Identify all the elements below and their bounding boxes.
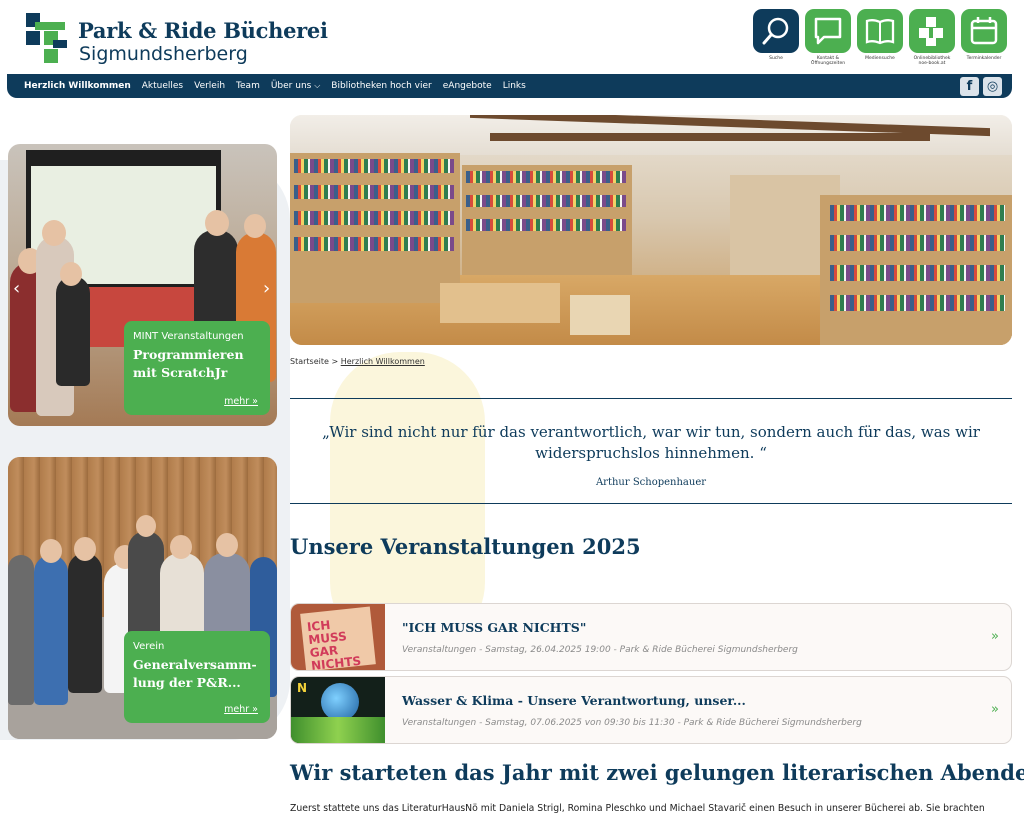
teaser-category: MINT Veranstaltungen [133,331,244,342]
event-title[interactable]: Wasser & Klima - Unsere Verantwortung, u… [402,693,746,708]
nav-item-bibliotheken[interactable]: Bibliotheken hoch vier [331,81,431,91]
photo-person [42,220,66,246]
photo-detail [830,265,1005,281]
nav-item-aktuelles[interactable]: Aktuelles [142,81,183,91]
nav-item-herzlich-willkommen[interactable]: Herzlich Willkommen [24,81,131,91]
photo-person [8,555,34,705]
photo-person [216,533,238,557]
teaser-more-link[interactable]: mehr » [224,396,258,407]
carousel-prev-icon[interactable]: ‹ [13,278,20,299]
quick-link-search[interactable]: Suche [753,9,799,61]
photo-detail [294,237,454,251]
search-icon [753,9,799,53]
social-links: f ◎ [960,77,1002,96]
photo-detail [466,171,626,183]
book-icon [857,9,903,53]
article-heading: Wir starteten das Jahr mit zwei gelungen… [290,760,1024,785]
teaser-more-link[interactable]: mehr » [224,704,258,715]
nav-item-ueber-uns[interactable]: Über uns ⌵ [271,81,320,91]
photo-detail [294,159,454,173]
photo-person [68,553,102,693]
event-thumbnail: N [291,677,385,743]
nav-item-verleih[interactable]: Verleih [194,81,225,91]
photo-person [40,539,62,563]
chevron-right-icon[interactable]: » [991,629,999,644]
quote-text: „Wir sind nicht nur für das verantwortli… [322,423,980,462]
quick-link-online-library[interactable]: Onlinebibliothek noe-book.at [909,9,955,66]
calendar-icon [961,9,1007,53]
photo-detail [294,211,454,225]
building-icon [909,9,955,53]
photo-person [205,210,229,236]
brand-location[interactable]: Sigmundsherberg [79,43,248,65]
carousel-next-icon[interactable]: › [263,278,270,299]
nav-item-team[interactable]: Team [236,81,260,91]
teaser-overlay[interactable]: Verein Generalversamm-lung der P&R... me… [124,631,270,723]
photo-detail [466,195,626,207]
teaser-title: Programmieren mit ScratchJr [133,347,244,380]
photo-person [170,535,192,559]
quote-author: Arthur Schopenhauer [595,477,707,488]
divider [290,398,1012,399]
event-meta: Veranstaltungen - Samstag, 26.04.2025 19… [402,645,798,655]
nav-item-eangebote[interactable]: eAngebote [443,81,492,91]
photo-detail [440,283,560,323]
breadcrumb-home-link[interactable]: Startseite [290,357,329,366]
photo-detail [490,133,930,141]
photo-person [56,276,90,386]
event-thumbnail: ICH MUSS GAR NICHTS [291,604,385,670]
photo-detail [294,185,454,199]
quick-links: Suche Kontakt & Öffnungszeiten Mediensuc… [753,9,1008,71]
chevron-down-icon: ⌵ [314,81,321,90]
facebook-icon[interactable]: f [960,77,979,96]
library-logo[interactable] [26,13,68,63]
quick-link-calendar[interactable]: Terminkalender [961,9,1007,61]
quick-link-media[interactable]: Mediensuche [857,9,903,61]
event-meta: Veranstaltungen - Samstag, 07.06.2025 vo… [402,718,862,728]
event-item[interactable]: N Wasser & Klima - Unsere Verantwortung,… [290,676,1012,744]
teaser-category: Verein [133,641,165,652]
divider [290,503,1012,504]
photo-person [136,515,156,537]
quick-link-contact[interactable]: Kontakt & Öffnungszeiten [805,9,851,66]
breadcrumb-current[interactable]: Herzlich Willkommen [341,357,425,366]
library-panorama-image [290,115,1012,345]
photo-person [74,537,96,561]
teaser-card-generalversammlung[interactable]: Verein Generalversamm-lung der P&R... me… [8,457,277,739]
brand-name[interactable]: Park & Ride Bücherei [78,18,328,43]
article-paragraph: Zuerst stattete uns das LiteraturHausNö … [290,803,985,814]
nav-item-links[interactable]: Links [503,81,526,91]
chevron-right-icon[interactable]: » [991,702,999,717]
photo-person [60,262,82,286]
photo-detail [830,295,1005,311]
photo-detail [290,153,460,303]
teaser-overlay[interactable]: MINT Veranstaltungen Programmieren mit S… [124,321,270,415]
teaser-card-scratchjr[interactable]: ‹ › MINT Veranstaltungen Programmieren m… [8,144,277,426]
photo-detail [466,219,626,231]
photo-person [244,214,266,238]
chat-icon [805,9,851,53]
event-item[interactable]: ICH MUSS GAR NICHTS "ICH MUSS GAR NICHTS… [290,603,1012,671]
events-heading: Unsere Veranstaltungen 2025 [290,534,641,559]
breadcrumb: Startseite > Herzlich Willkommen [290,357,425,366]
main-navigation: Herzlich Willkommen Aktuelles Verleih Te… [7,74,1012,98]
event-title[interactable]: "ICH MUSS GAR NICHTS" [402,620,586,635]
site-header: Park & Ride Bücherei Sigmundsherberg Suc… [0,0,1024,74]
instagram-icon[interactable]: ◎ [983,77,1002,96]
photo-detail [830,205,1005,221]
teaser-title: Generalversamm-lung der P&R... [133,657,257,690]
photo-detail [830,235,1005,251]
photo-person [34,555,68,705]
photo-detail [570,295,630,335]
